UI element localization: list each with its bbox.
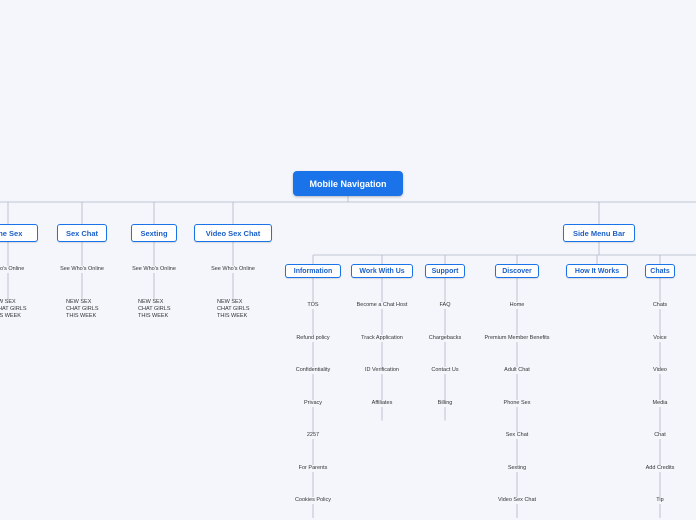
leaf-item[interactable]: Media [651, 399, 669, 407]
leaf-item[interactable]: Chats [651, 302, 669, 309]
leaf-see-whos-online[interactable]: See Who's Online [131, 266, 177, 273]
leaf-item[interactable]: Affiliates [370, 399, 394, 407]
leaf-item[interactable]: Cookies Policy [293, 497, 333, 504]
leaf-new-sex-chat-girls[interactable]: W SEX HAT GIRLS IS WEEK [0, 299, 28, 320]
leaf-item[interactable]: Sex Chat [504, 432, 530, 439]
branch-node-1[interactable]: Sex Chat [57, 224, 107, 242]
root-node[interactable]: Mobile Navigation [293, 171, 403, 196]
leaf-new-sex-chat-girls[interactable]: NEW SEX CHAT GIRLS THIS WEEK [65, 299, 100, 320]
group-node-3[interactable]: Discover [495, 264, 539, 278]
group-node-4[interactable]: How It Works [566, 264, 628, 278]
leaf-item[interactable]: Sexting [506, 464, 528, 472]
leaf-item[interactable]: Chat [653, 432, 667, 439]
leaf-item[interactable]: Video Sex Chat [496, 497, 538, 504]
leaf-item[interactable]: Premium Member Benefits [483, 334, 551, 342]
leaf-see-whos-online[interactable]: See Who's Online [59, 266, 105, 273]
leaf-item[interactable]: Add Credits [644, 464, 676, 472]
leaf-item[interactable]: Home [508, 302, 526, 309]
group-node-5[interactable]: Chats [645, 264, 675, 278]
leaf-item[interactable]: Confidentiality [294, 367, 332, 374]
leaf-item[interactable]: Privacy [302, 399, 324, 407]
leaf-item[interactable]: TOS [306, 302, 320, 309]
branch-node-3[interactable]: Video Sex Chat [194, 224, 272, 242]
branch-node-0[interactable]: one Sex [0, 224, 38, 242]
leaf-item[interactable]: Phone Sex [502, 399, 532, 407]
mind-map-canvas: Mobile Navigation one Sex Who's Online W S… [0, 0, 696, 520]
group-node-1[interactable]: Work With Us [351, 264, 413, 278]
leaf-item[interactable]: Refund policy [295, 334, 331, 342]
leaf-item[interactable]: 2257 [305, 432, 321, 439]
leaf-item[interactable]: Track Application [360, 334, 404, 342]
leaf-item[interactable]: Video [652, 367, 668, 374]
leaf-item[interactable]: Become a Chat Host [355, 302, 409, 309]
leaf-see-whos-online[interactable]: See Who's Online [210, 266, 256, 273]
leaf-item[interactable]: Voice [652, 334, 668, 342]
leaf-item[interactable]: ID Verification [364, 367, 400, 374]
side-menu-bar-node[interactable]: Side Menu Bar [563, 224, 635, 242]
connector-lines [0, 196, 696, 518]
branch-node-2[interactable]: Sexting [131, 224, 177, 242]
leaf-see-whos-online[interactable]: Who's Online [0, 266, 26, 273]
leaf-item[interactable]: FAQ [438, 302, 452, 309]
group-node-2[interactable]: Support [425, 264, 465, 278]
leaf-new-sex-chat-girls[interactable]: NEW SEX CHAT GIRLS THIS WEEK [137, 299, 172, 320]
leaf-new-sex-chat-girls[interactable]: NEW SEX CHAT GIRLS THIS WEEK [216, 299, 251, 320]
group-node-0[interactable]: Information [285, 264, 341, 278]
leaf-item[interactable]: Tip [655, 497, 665, 504]
leaf-item[interactable]: For Parents [297, 464, 329, 472]
leaf-item[interactable]: Chargebacks [427, 334, 463, 342]
leaf-item[interactable]: Contact Us [430, 367, 460, 374]
leaf-item[interactable]: Billing [436, 399, 454, 407]
leaf-item[interactable]: Adult Chat [503, 367, 531, 374]
